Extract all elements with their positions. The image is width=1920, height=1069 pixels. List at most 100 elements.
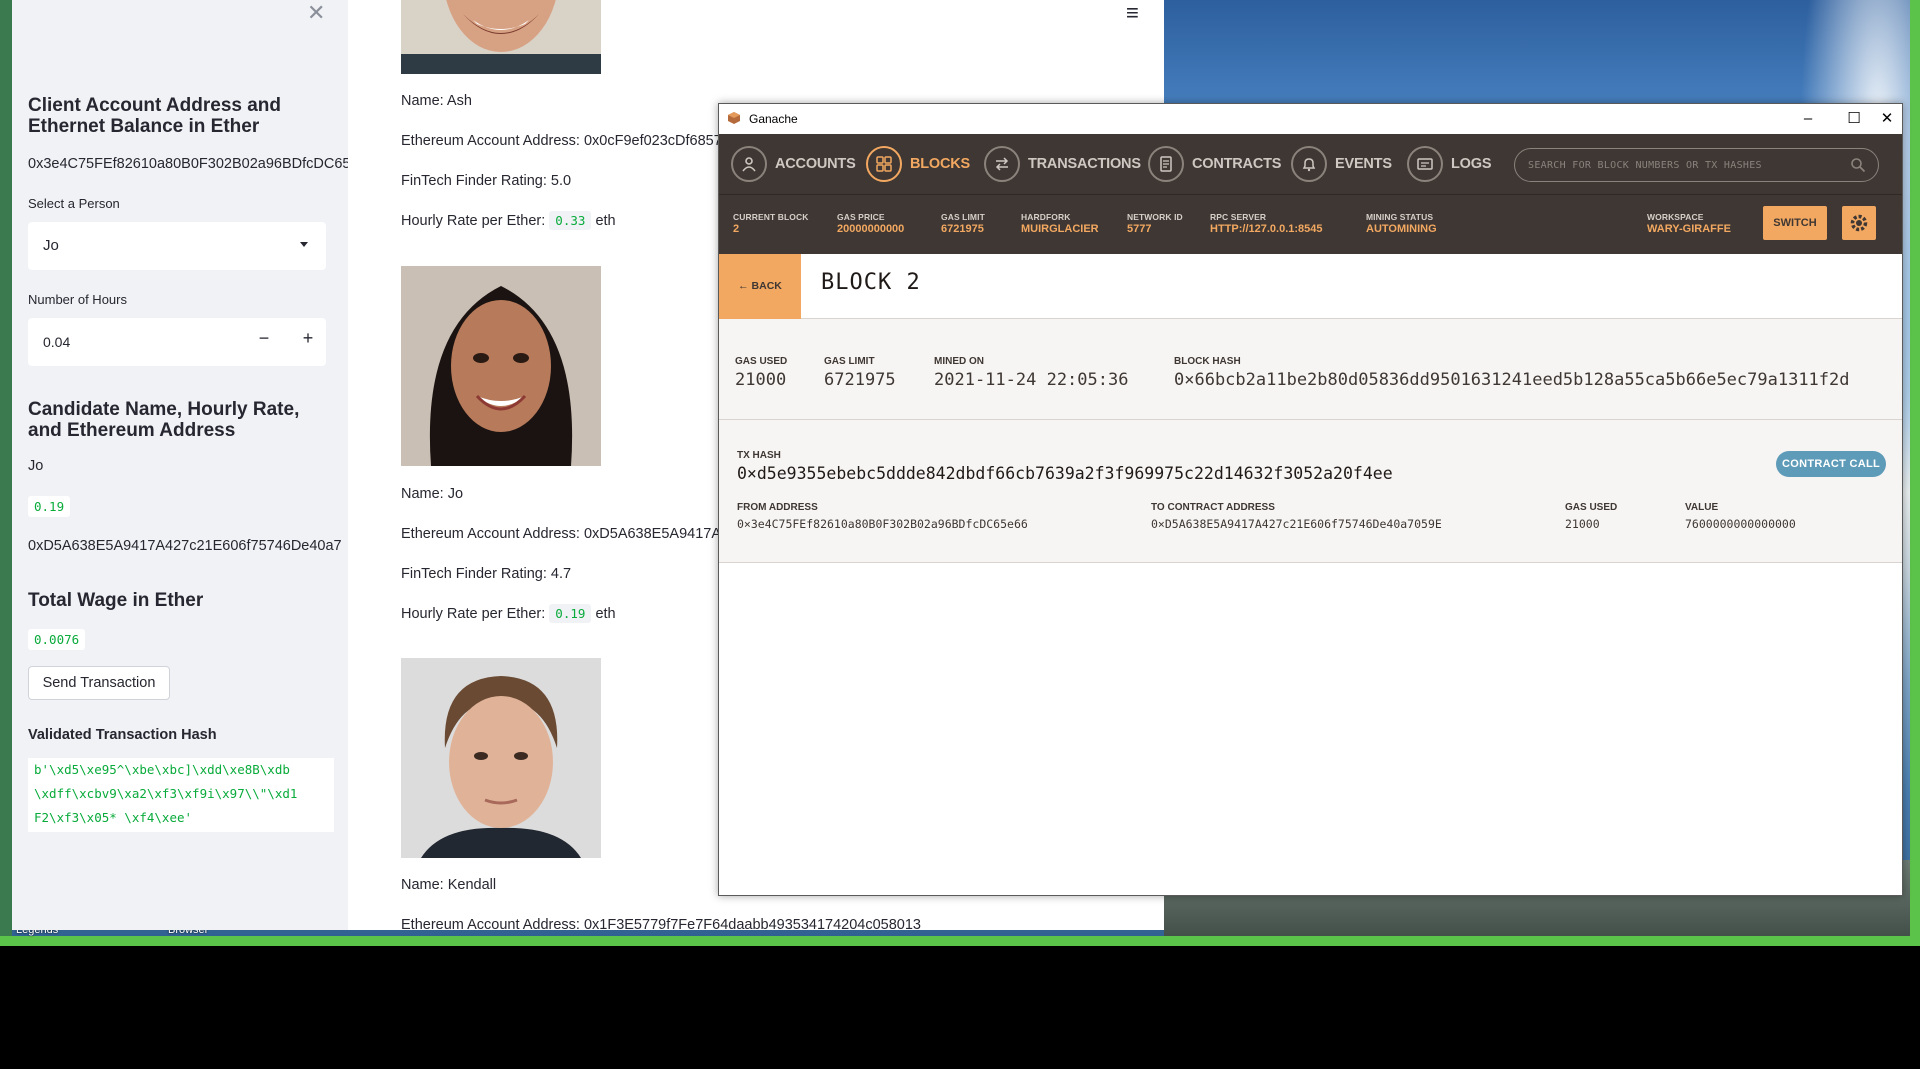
stat-key: HARDFORK [1021,212,1071,222]
stat-value: WARY-GIRAFFE [1647,223,1731,235]
tx-gas-used: GAS USED 21000 [1565,502,1617,531]
stat-gas-price: GAS PRICE 20000000000 [837,212,904,235]
stat-current-block: CURRENT BLOCK 2 [733,212,808,235]
candidate-address-ash: Ethereum Account Address: 0x0cF9ef023cDf… [401,133,722,149]
rate-unit: eth [595,606,616,622]
field-key: TO CONTRACT ADDRESS [1151,502,1275,513]
sidebar: ✕ Client Account Address and Ethernet Ba… [12,0,348,930]
hours-value[interactable]: 0.04 [43,334,70,350]
field-value: 7600000000000000 [1685,517,1796,531]
nav-contracts-label: CONTRACTS [1192,156,1282,172]
stat-value: 2 [733,223,740,235]
search-icon[interactable] [1850,157,1866,173]
total-wage-value: 0.0076 [28,629,86,650]
send-transaction-button[interactable]: Send Transaction [28,666,170,700]
select-person-label: Select a Person [28,196,120,211]
blocks-grid-icon [866,146,902,182]
field-value: 0×66bcb2a11be2b80d05836dd9501631241eed5b… [1174,370,1850,390]
stat-gas-limit: GAS LIMIT 6721975 [941,212,985,235]
field-value: 0×D5A638E5A9417A427c21E606f75746De40a705… [1151,517,1442,531]
stat-mining-status: MINING STATUS AUTOMINING [1366,212,1437,235]
field-key: GAS USED [1565,502,1618,513]
menu-icon[interactable]: ≡ [1126,0,1139,26]
desktop-edge [0,0,12,946]
candidate-address-jo: Ethereum Account Address: 0xD5A638E5A941… [401,526,722,542]
block-mined-on: MINED ON 2021-11-24 22:05:36 [934,356,1128,390]
settings-button[interactable] [1842,206,1876,240]
block-gas-used: GAS USED 21000 [735,356,787,390]
nav-accounts-label: ACCOUNTS [775,156,856,172]
stat-workspace: WORKSPACE WARY-GIRAFFE [1647,212,1731,235]
stat-key: MINING STATUS [1366,212,1434,222]
number-of-hours-label: Number of Hours [28,292,127,307]
tx-to-contract-address: TO CONTRACT ADDRESS 0×D5A638E5A9417A427c2… [1151,502,1442,531]
rate-value: 0.33 [549,211,592,230]
back-button[interactable]: ← BACK [719,254,801,319]
nav-blocks[interactable]: BLOCKS [866,146,970,182]
selected-person: Jo [43,237,59,254]
ganache-status-bar: CURRENT BLOCK 2 GAS PRICE 20000000000 GAS … [719,194,1902,254]
block-search-input[interactable]: SEARCH FOR BLOCK NUMBERS OR TX HASHES [1514,148,1879,182]
swap-arrows-icon [984,146,1020,182]
stat-value: AUTOMINING [1366,223,1437,235]
candidate-photo-jo [401,266,601,466]
field-value: 0×3e4C75FEf82610a80B0F302B02a96BDfcDC65e… [737,517,1028,531]
ganache-titlebar[interactable]: Ganache – ☐ ✕ [719,104,1902,134]
stat-key: RPC SERVER [1210,212,1267,222]
tx-hash-key: TX HASH [737,450,781,461]
ganache-logo-icon [728,112,740,124]
block-header: ← BACK BLOCK 2 [719,254,1902,319]
select-person-dropdown[interactable]: Jo [28,222,326,270]
window-title: Ganache [749,112,798,126]
block-info: GAS USED 21000 GAS LIMIT 6721975 MINED ON 2… [719,319,1902,420]
rate-label: Hourly Rate per Ether: [401,213,546,229]
tx-from-address: FROM ADDRESS 0×3e4C75FEf82610a80B0F302B02… [737,502,1028,531]
stat-key: CURRENT BLOCK [733,212,809,222]
close-sidebar-icon[interactable]: ✕ [307,0,325,26]
field-key: MINED ON [934,356,984,367]
candidate-address: 0xD5A638E5A9417A427c21E606f75746De40a7 [28,538,342,554]
field-key: GAS LIMIT [824,356,875,367]
nav-logs[interactable]: LOGS [1407,146,1491,182]
decrement-button[interactable]: − [250,328,278,349]
ganache-window: Ganache – ☐ ✕ ACCOUNTS BLOCKS TRANSACTIO… [718,103,1903,896]
block-title: BLOCK 2 [821,270,921,295]
validated-hash-value: b'\xd5\xe95^\xbe\xbc]\xdd\xe8B\xdb \xdff… [28,758,334,832]
close-window-icon[interactable]: ✕ [1877,107,1897,131]
rate-unit: eth [595,213,616,229]
chevron-down-icon [300,242,308,247]
candidate-rating-jo: FinTech Finder Rating: 4.7 [401,566,572,582]
search-placeholder: SEARCH FOR BLOCK NUMBERS OR TX HASHES [1528,160,1762,171]
field-value: 21000 [1565,517,1600,531]
field-key: BLOCK HASH [1174,356,1241,367]
nav-logs-label: LOGS [1451,156,1492,172]
block-hash: BLOCK HASH 0×66bcb2a11be2b80d05836dd95016… [1174,356,1850,390]
tx-value: VALUE 7600000000000000 [1685,502,1796,531]
stat-key: WORKSPACE [1647,212,1704,222]
nav-transactions-label: TRANSACTIONS [1028,156,1141,172]
rate-label: Hourly Rate per Ether: [401,606,546,622]
candidate-name-kendall: Name: Kendall [401,877,497,893]
nav-events[interactable]: EVENTS [1291,146,1392,182]
candidate-rate-row-jo: Hourly Rate per Ether: 0.19 eth [401,604,616,623]
minimize-icon[interactable]: – [1785,107,1831,131]
field-key: GAS USED [735,356,788,367]
nav-contracts[interactable]: CONTRACTS [1148,146,1281,182]
stat-value: 5777 [1127,223,1152,235]
maximize-icon[interactable]: ☐ [1831,107,1877,131]
candidate-rate: 0.19 [28,496,71,517]
hours-number-input[interactable]: 0.04 − + [28,318,326,366]
terminal-icon [1407,146,1443,182]
field-key: VALUE [1685,502,1719,513]
bell-icon [1291,146,1327,182]
candidate-address-kendall: Ethereum Account Address: 0x1F3E5779f7Fe… [401,917,921,930]
stat-key: NETWORK ID [1127,212,1183,222]
transaction-row[interactable]: TX HASH 0×d5e9355ebebc5ddde842dbdf66cb76… [719,420,1902,563]
nav-transactions[interactable]: TRANSACTIONS [984,146,1141,182]
window-frame-right [1910,0,1920,946]
person-icon [731,146,767,182]
switch-workspace-button[interactable]: SWITCH [1763,206,1827,240]
increment-button[interactable]: + [294,328,322,349]
nav-accounts[interactable]: ACCOUNTS [731,146,856,182]
candidate-rating-ash: FinTech Finder Rating: 5.0 [401,173,572,189]
